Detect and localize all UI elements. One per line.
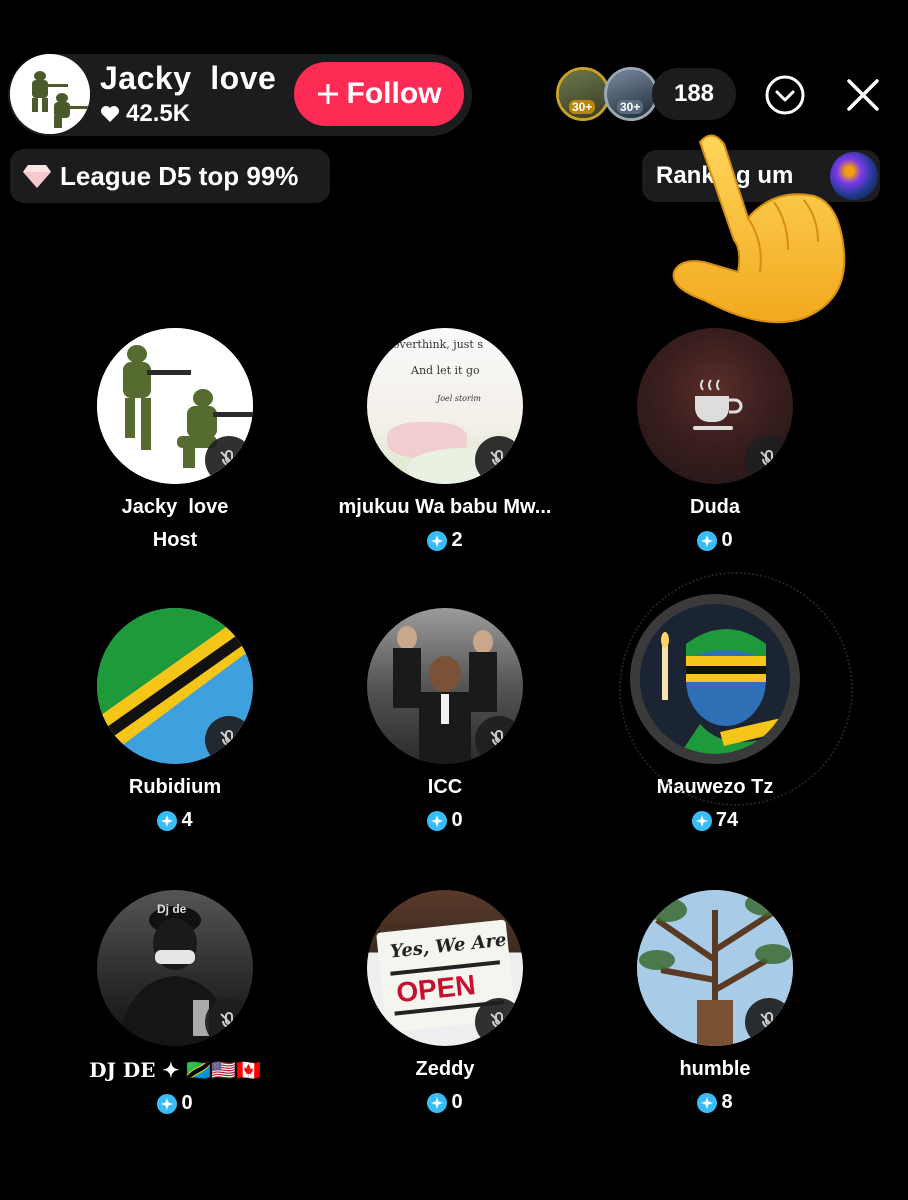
mic-off-icon — [490, 1012, 508, 1031]
league-text: League D5 top 99% — [60, 160, 299, 191]
seat-4[interactable]: Rubidium 4 — [40, 608, 310, 832]
collapse-button[interactable] — [762, 72, 808, 118]
viewer-count[interactable]: 188 — [652, 68, 736, 120]
seat-gems: 8 — [580, 1091, 850, 1114]
gem-count: 0 — [721, 529, 733, 551]
diamond-icon — [23, 165, 51, 188]
gem-icon — [697, 1092, 718, 1113]
league-pill[interactable]: League D5 top 99% — [10, 149, 330, 203]
pointing-hand-icon — [672, 134, 846, 324]
seat-avatar[interactable]: Dj de — [97, 890, 253, 1046]
seat-avatar[interactable] — [97, 328, 253, 484]
note-line-2: And let it go — [411, 364, 480, 377]
seat-role: Host — [40, 529, 310, 552]
seat-9[interactable]: humble 8 — [580, 890, 850, 1114]
gem-icon — [427, 1092, 448, 1113]
mute-badge — [745, 998, 793, 1046]
seat-name: ICC — [427, 776, 463, 798]
gem-icon — [157, 810, 178, 831]
mute-badge — [475, 998, 523, 1046]
host-avatar[interactable] — [10, 54, 90, 134]
gem-icon — [427, 810, 448, 831]
close-icon — [847, 79, 879, 111]
mute-badge — [475, 716, 523, 764]
shirt-text: Dj de — [157, 902, 187, 916]
viewer-avatar-1[interactable]: 30+ — [556, 67, 610, 121]
mic-off-icon — [760, 450, 778, 469]
seat-name: Jacky love — [121, 496, 229, 518]
host-name: Jacky love — [100, 60, 277, 96]
note-line-1: t overthink, just s — [385, 338, 483, 351]
seat-avatar[interactable] — [97, 608, 253, 764]
coffee-icon — [693, 379, 743, 430]
seat-avatar[interactable]: Yes, We Are OPEN — [367, 890, 523, 1046]
gem-count: 8 — [721, 1091, 733, 1113]
plus-icon — [317, 84, 338, 104]
sign-line-1: Yes, We Are — [389, 929, 508, 963]
chevron-down-icon — [765, 75, 805, 115]
viewer-badge: 30+ — [617, 100, 644, 114]
gem-count: 0 — [451, 1091, 463, 1113]
seat-3[interactable]: Duda 0 — [580, 328, 850, 552]
gem-icon — [157, 1093, 178, 1114]
mic-off-icon — [220, 730, 238, 749]
mic-off-icon — [760, 1012, 778, 1031]
follow-button[interactable]: Follow — [294, 62, 464, 126]
viewer-badge: 30+ — [569, 100, 596, 114]
seat-name: Duda — [690, 496, 740, 518]
heart-icon — [101, 106, 119, 122]
seat-2[interactable]: t overthink, just s And let it go Joel s… — [310, 328, 580, 552]
seat-gems: 0 — [310, 809, 580, 832]
seat-avatar[interactable] — [637, 328, 793, 484]
gem-icon — [697, 530, 718, 551]
viewer-avatar-2[interactable]: 30+ — [604, 67, 658, 121]
seat-7[interactable]: Dj de DJ DE ✦ 🇹🇿🇺🇸🇨🇦 0 — [40, 890, 310, 1115]
seat-name: Rubidium — [128, 776, 222, 798]
gem-count: 2 — [451, 529, 463, 551]
seat-6-speaking[interactable]: Mauwezo Tz 74 — [580, 572, 853, 832]
seat-8[interactable]: Yes, We Are OPEN Zeddy 0 — [310, 890, 580, 1114]
mic-off-icon — [490, 450, 508, 469]
gem-icon — [691, 810, 712, 831]
follow-label: Follow — [346, 77, 442, 110]
mic-off-icon — [220, 1012, 238, 1031]
mic-off-icon — [220, 450, 238, 469]
seat-host[interactable]: Jacky love Host — [40, 328, 310, 552]
gem-icon — [427, 530, 448, 551]
seat-gems: 74 — [580, 809, 850, 832]
seat-avatar[interactable] — [637, 890, 793, 1046]
seat-gems: 0 — [40, 1092, 310, 1115]
seat-name: mjukuu Wa babu Mw... — [338, 496, 552, 518]
host-likes-count: 42.5K — [126, 100, 191, 127]
seat-gems: 4 — [40, 809, 310, 832]
gem-count: 0 — [181, 1092, 193, 1114]
close-button[interactable] — [840, 72, 886, 118]
gem-count: 0 — [451, 809, 463, 831]
seat-gems: 0 — [310, 1091, 580, 1114]
seat-avatar[interactable]: t overthink, just s And let it go Joel s… — [367, 328, 523, 484]
seat-name: humble — [679, 1058, 751, 1080]
host-likes: 42.5K — [100, 100, 190, 128]
seat-gems: 2 — [310, 529, 580, 552]
seat-avatar[interactable] — [630, 594, 800, 764]
note-signature: Joel storim — [437, 394, 481, 403]
mute-badge — [205, 436, 253, 484]
mute-badge — [745, 436, 793, 484]
seat-name: DJ DE ✦ 🇹🇿🇺🇸🇨🇦 — [89, 1058, 261, 1082]
host-role-label: Host — [152, 529, 198, 551]
mic-off-icon — [490, 730, 508, 749]
gem-count: 4 — [181, 809, 193, 831]
mute-badge — [475, 436, 523, 484]
mute-badge — [205, 716, 253, 764]
seat-name: Zeddy — [415, 1058, 475, 1080]
seat-5[interactable]: ICC 0 — [310, 608, 580, 832]
seat-avatar[interactable] — [367, 608, 523, 764]
mute-badge — [205, 998, 253, 1046]
seat-gems: 0 — [580, 529, 850, 552]
gem-count: 74 — [715, 809, 739, 831]
